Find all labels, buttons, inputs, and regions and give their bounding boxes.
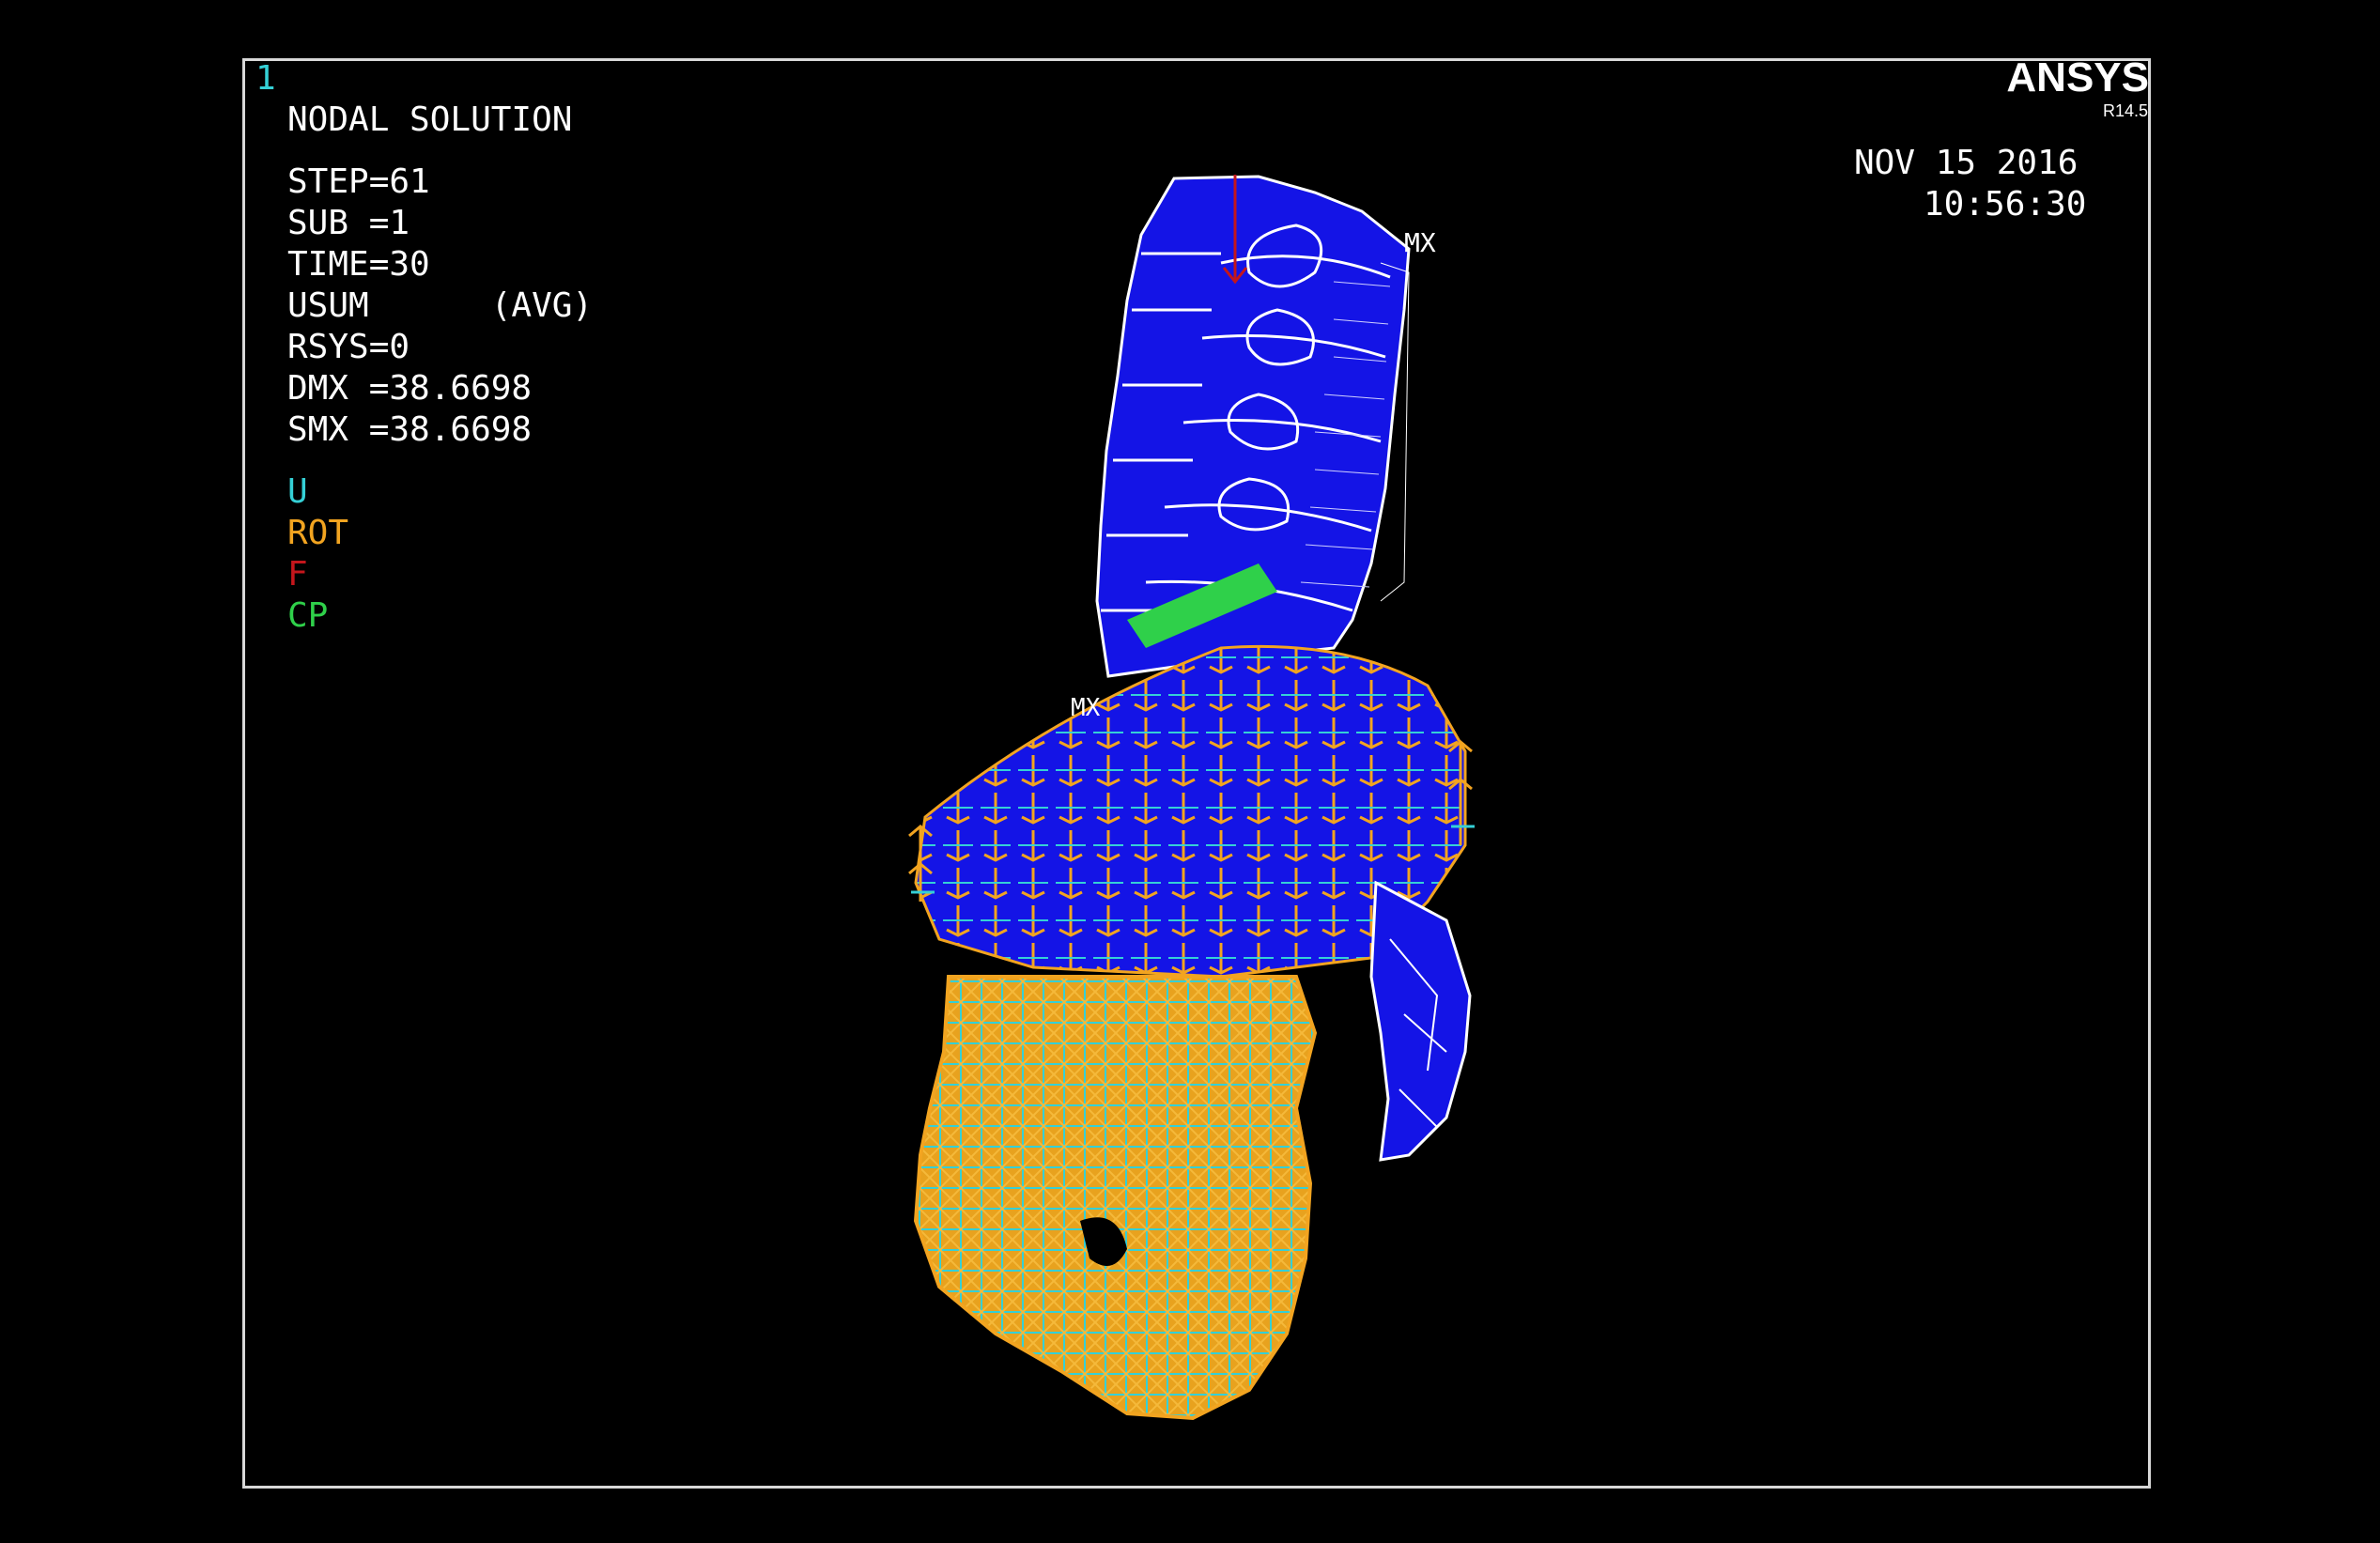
lower-marker: MX (1071, 694, 1101, 722)
fe-model-view[interactable]: MX MX (0, 0, 2380, 1543)
ilium-wing (1369, 880, 1472, 1162)
pelvis-constrained-mesh (913, 975, 1318, 1421)
max-marker: MX (1404, 227, 1436, 258)
